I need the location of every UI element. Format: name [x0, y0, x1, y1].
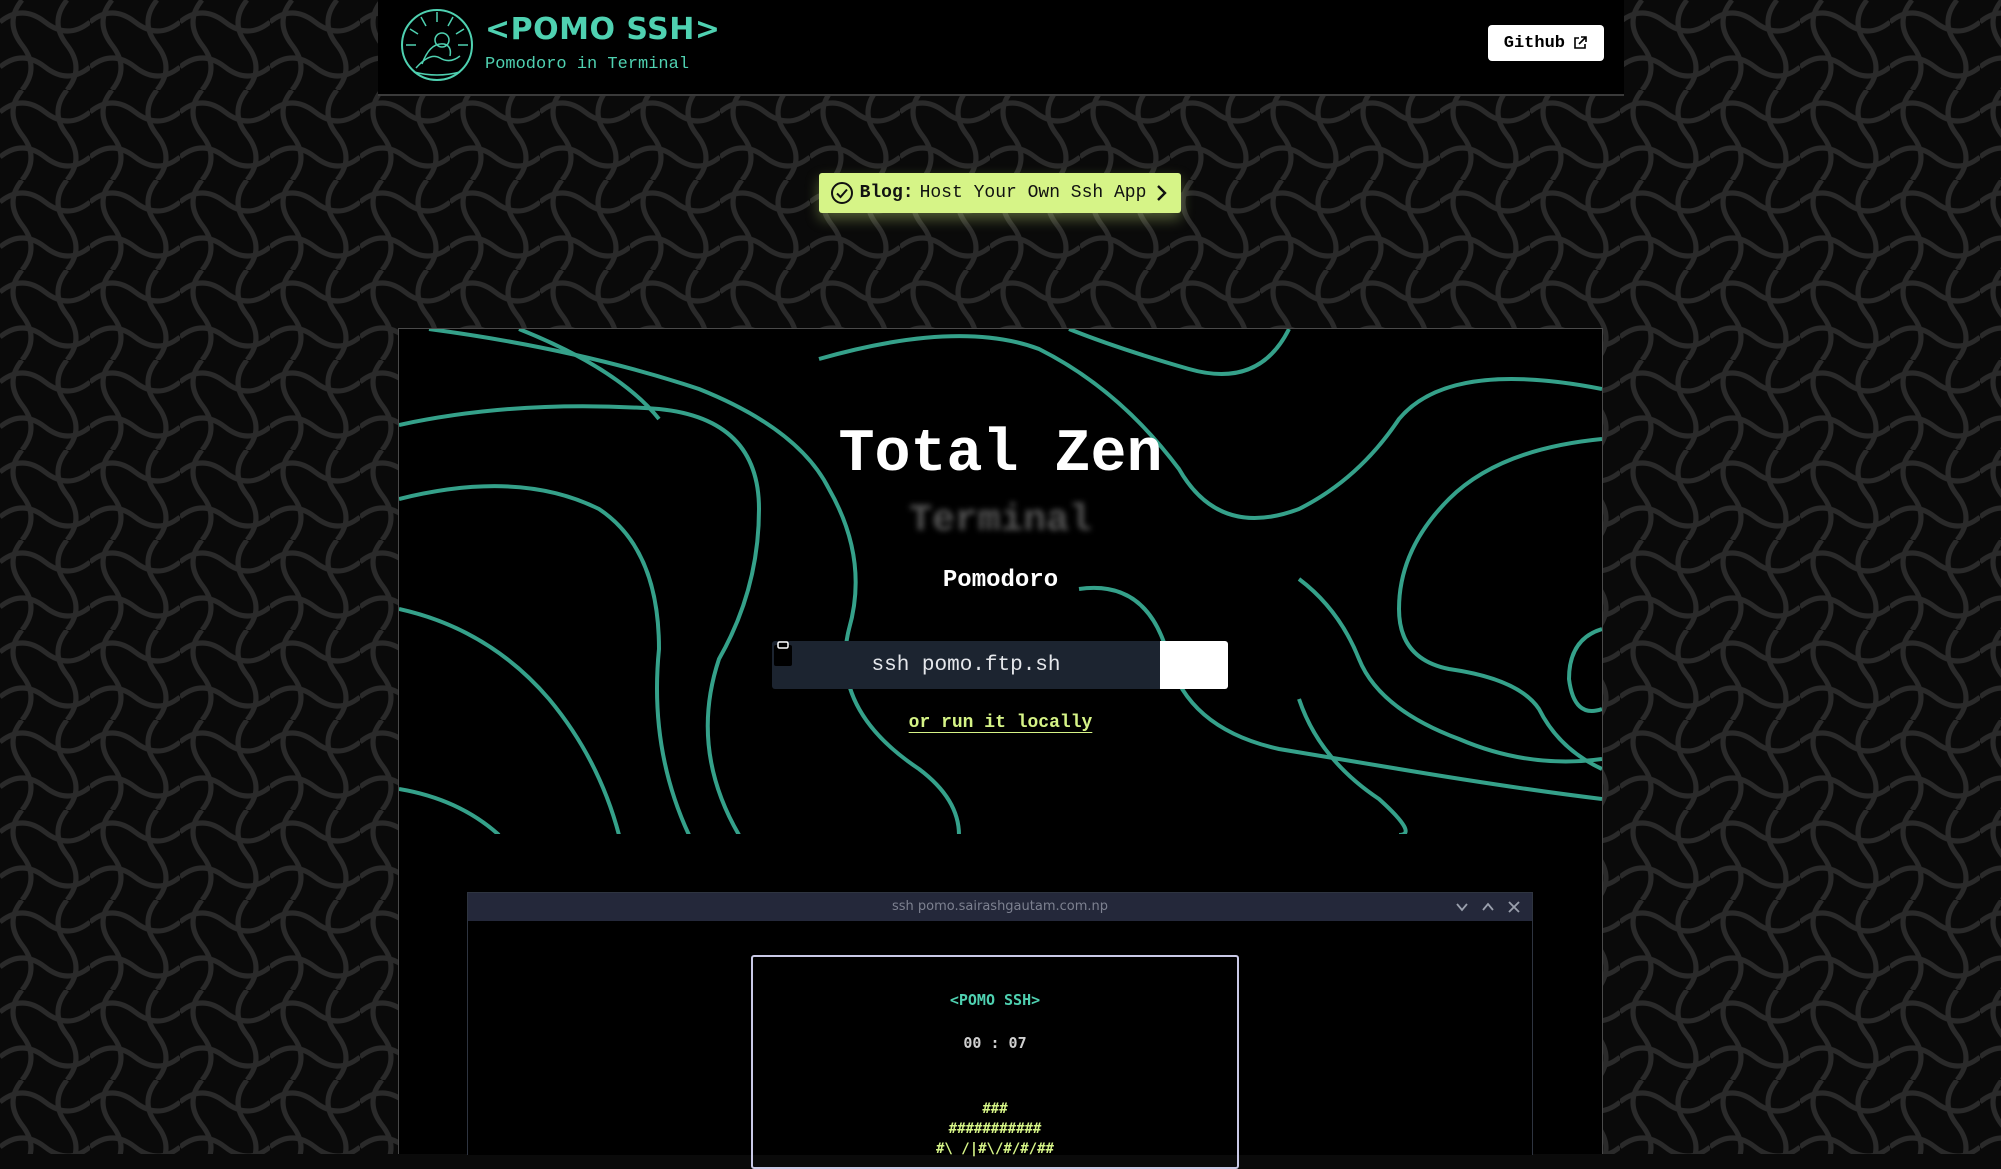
github-label: Github [1503, 33, 1565, 53]
ssh-command-box [772, 641, 1228, 689]
blog-title: Host Your Own Ssh App [919, 183, 1147, 203]
ascii-line: ### [982, 1101, 1008, 1117]
blog-banner-link[interactable]: Blog: Host Your Own Ssh App [819, 173, 1181, 213]
chevron-down-icon[interactable] [1454, 899, 1470, 915]
hero-title: Total Zen [838, 421, 1163, 489]
hero-section: Total Zen Terminal Pomodoro or run it lo… [398, 328, 1603, 836]
pomo-timer: 00 : 07 [963, 1034, 1027, 1052]
chevron-right-icon [1157, 185, 1168, 201]
close-icon[interactable] [1506, 899, 1522, 915]
ascii-line: #\ /|#\/#/#/## [935, 1141, 1054, 1157]
blog-prefix: Blog: [859, 183, 914, 203]
copy-command-button[interactable] [774, 641, 1228, 689]
run-locally-link[interactable]: or run it locally [909, 713, 1093, 733]
logo-icon[interactable] [400, 8, 474, 82]
clipboard-icon [774, 641, 792, 666]
pomo-app-frame: <POMO SSH> 00 : 07 ### ########### #\ /|#\… [751, 955, 1239, 1169]
site-header: <POMO SSH> Pomodoro in Terminal Github [378, 0, 1624, 96]
hero-ghost-word: Terminal [909, 499, 1092, 542]
run-locally-wrap: or run it locally [399, 713, 1602, 733]
hero-subtitle: Pomodoro [942, 567, 1059, 594]
demo-section: ssh pomo.sairashgautam.com.np <POMO SSH>… [398, 834, 1603, 1169]
external-link-icon [1574, 36, 1587, 49]
terminal-title: ssh pomo.sairashgautam.com.np [891, 899, 1109, 914]
check-circle-icon [830, 182, 853, 204]
pomo-app-title: <POMO SSH> [949, 991, 1041, 1009]
window-controls [1454, 899, 1522, 915]
github-button[interactable]: Github [1487, 25, 1604, 61]
terminal-titlebar: ssh pomo.sairashgautam.com.np [468, 893, 1532, 921]
brand-title[interactable]: <POMO SSH> [485, 12, 721, 47]
ascii-line: ########### [948, 1121, 1042, 1137]
terminal-window: ssh pomo.sairashgautam.com.np <POMO SSH>… [467, 892, 1533, 1169]
chevron-up-icon[interactable] [1480, 899, 1496, 915]
pomo-ascii-art: ### ########### #\ /|#\/#/#/## [753, 1099, 1237, 1159]
ssh-command-field[interactable] [772, 641, 1160, 689]
brand-subtitle: Pomodoro in Terminal [485, 55, 690, 74]
